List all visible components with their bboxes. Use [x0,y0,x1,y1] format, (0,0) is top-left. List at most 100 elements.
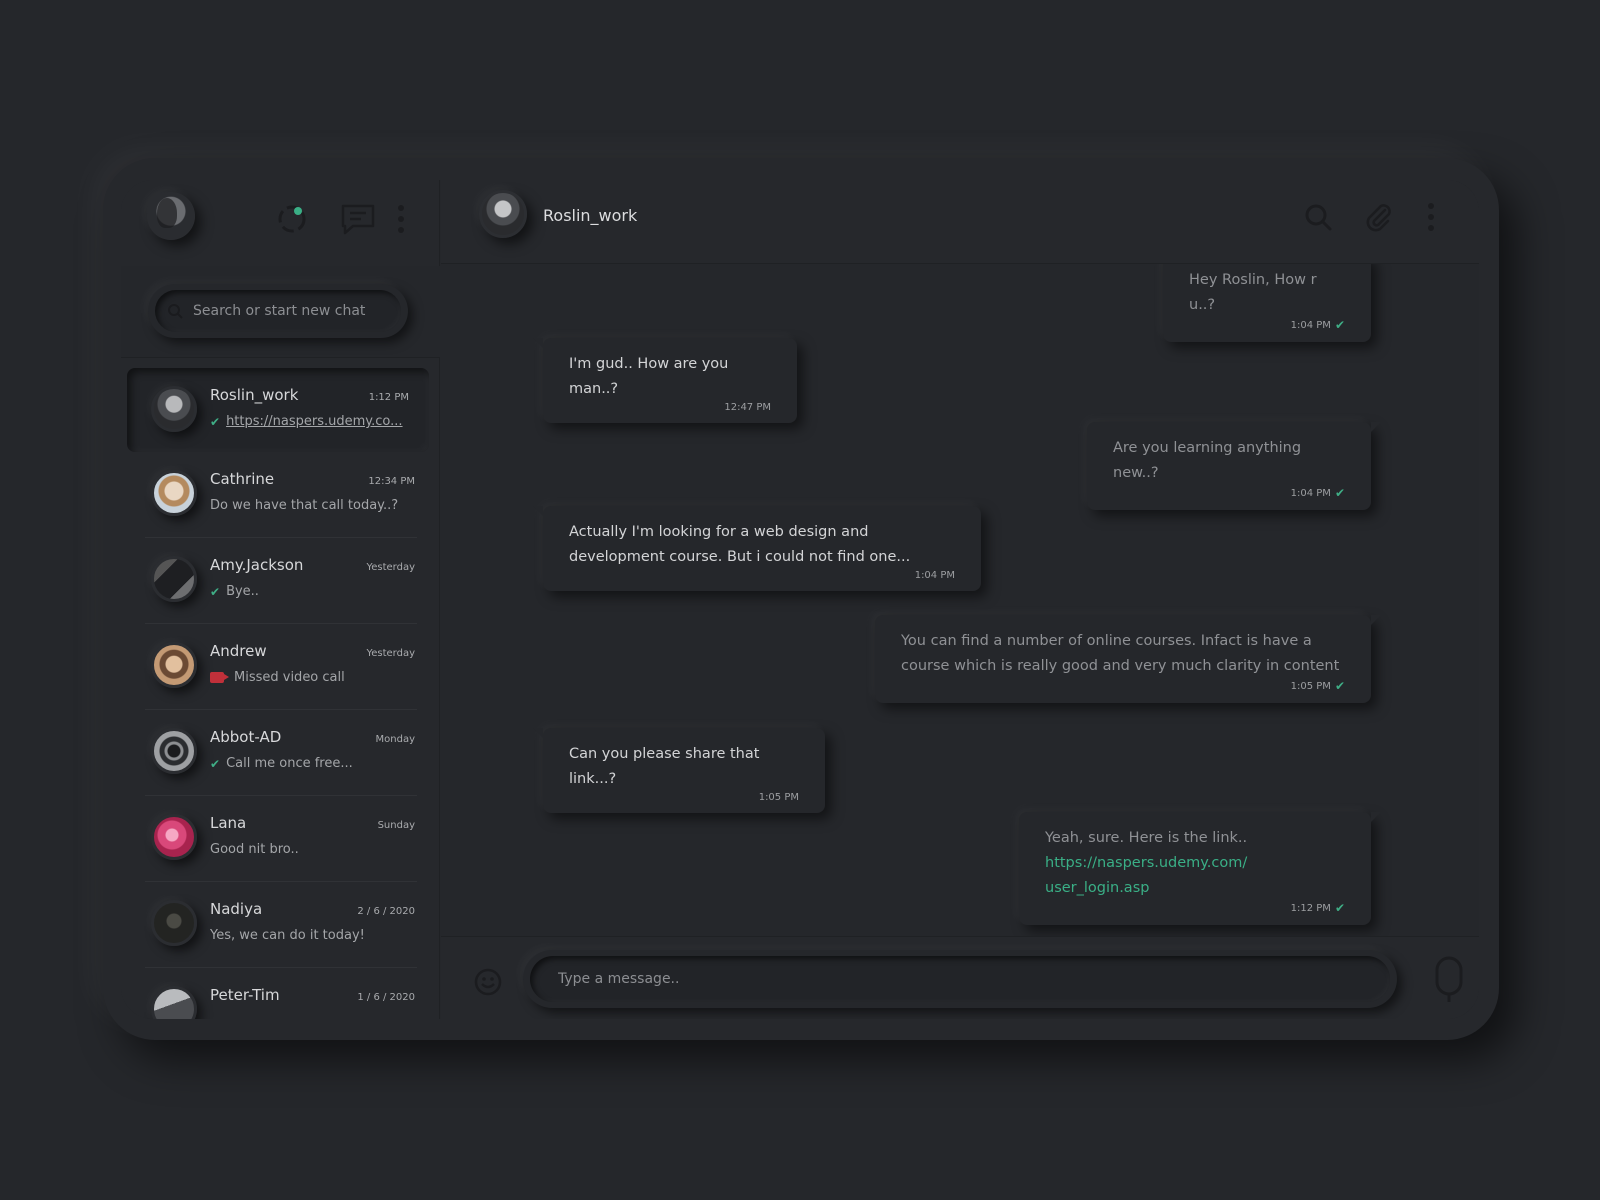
composer [441,936,1479,1019]
chat-last-message: ✔ Call me once free... [210,756,353,771]
message-meta: 1:05 PM ✔ [901,679,1345,693]
message-incoming: Actually I'm looking for a web design an… [533,506,981,591]
chat-time: 1 / 6 / 2020 [357,992,415,1003]
chat-time: 2 / 6 / 2020 [357,906,415,917]
chat-last-text: Do we have that call today..? [210,498,399,513]
chat-item-lana[interactable]: Lana Sunday Good nit bro.. [145,796,417,882]
avatar [151,642,197,688]
message-incoming: I'm gud.. How are you man..? 12:47 PM [533,338,797,423]
read-check-icon: ✔ [210,756,221,771]
read-check-icon: ✔ [1334,679,1345,693]
message-time: 12:47 PM [724,402,771,413]
more-vertical-icon[interactable] [1419,198,1443,236]
search-small-icon [168,304,183,319]
message-outgoing: Hey Roslin, How r u..? 1:04 PM ✔ [1163,264,1371,342]
chat-name: Amy.Jackson [210,556,304,574]
avatar [151,386,197,432]
avatar [151,986,197,1019]
message-text: You can find a number of online courses.… [901,633,1340,674]
message-time: 1:05 PM [1290,680,1331,692]
chat-name: Roslin_work [210,386,299,404]
avatar [151,814,197,860]
chat-item-amy-jackson[interactable]: Amy.Jackson Yesterday ✔ Bye.. [145,538,417,624]
chat-last-message: Do we have that call today..? [210,498,398,513]
message-outgoing: Are you learning anything new..? 1:04 PM… [1087,422,1381,510]
chat-time: Monday [375,734,415,745]
read-check-icon: ✔ [210,584,221,599]
message-time: 1:05 PM [758,792,799,803]
chat-last-link[interactable]: https://naspers.udemy.co... [226,414,402,429]
message-incoming: Can you please share that link...? 1:05 … [533,728,825,813]
chat-name: Lana [210,814,247,832]
message-meta: 1:12 PM ✔ [1045,901,1345,915]
chat-name: Abbot-AD [210,728,282,746]
chat-last-text: Good nit bro.. [210,842,299,857]
status-icon[interactable] [273,200,311,238]
chat-item-nadiya[interactable]: Nadiya 2 / 6 / 2020 Yes, we can do it to… [145,882,417,968]
message-box [523,950,1397,1008]
message-text: Are you learning anything new..? [1113,440,1302,481]
missed-video-call-icon [210,672,229,683]
chat-time: Sunday [377,820,415,831]
chat-item-roslin-work[interactable]: Roslin_work 1:12 PM ✔ https://naspers.ud… [127,368,429,452]
message-time: 1:12 PM [1290,902,1331,914]
search-box [148,284,408,338]
microphone-icon[interactable] [1429,955,1469,1005]
chat-last-text: Yes, we can do it today! [210,928,365,943]
chat-item-abbot-ad[interactable]: Abbot-AD Monday ✔ Call me once free... [145,710,417,796]
chat-last-message: Missed video call [210,670,345,685]
chat-item-andrew[interactable]: Andrew Yesterday Missed video call [145,624,417,710]
message-meta: 12:47 PM [569,402,771,413]
contact-name[interactable]: Roslin_work [543,206,637,225]
chat-last-message: ✔ Bye.. [210,584,259,599]
new-chat-icon[interactable] [339,200,377,238]
chat-name: Nadiya [210,900,263,918]
message-meta: 1:04 PM ✔ [1113,486,1345,500]
search-icon[interactable] [1299,198,1337,236]
message-input[interactable] [556,970,1336,988]
message-meta: 1:05 PM [569,792,799,803]
chat-header: Roslin_work [441,180,1479,264]
message-time: 1:04 PM [1290,319,1331,331]
chat-time: 12:34 PM [368,476,415,487]
emoji-icon[interactable] [469,963,507,1001]
chat-item-peter-tim[interactable]: Peter-Tim 1 / 6 / 2020 [145,968,417,1019]
message-meta: 1:04 PM [569,570,955,581]
menu-icon[interactable] [389,200,413,238]
message-text: Can you please share that link...? [569,746,760,787]
chat-list: Roslin_work 1:12 PM ✔ https://naspers.ud… [121,360,440,1019]
message-text: Yeah, sure. Here is the link.. [1045,830,1248,846]
chat-time: Yesterday [366,648,415,659]
message-text: I'm gud.. How are you man..? [569,356,729,397]
search-area [121,266,440,358]
chat-item-cathrine[interactable]: Cathrine 12:34 PM Do we have that call t… [145,452,417,538]
message-text: Hey Roslin, How r u..? [1189,272,1317,313]
read-check-icon: ✔ [210,414,221,429]
chat-name: Peter-Tim [210,986,280,1004]
message-meta: 1:04 PM ✔ [1189,318,1345,332]
message-outgoing: You can find a number of online courses.… [875,615,1381,703]
message-outgoing: Yeah, sure. Here is the link.. https://n… [1019,812,1381,925]
chat-last-message: ✔ https://naspers.udemy.co... [210,414,403,429]
message-list: Hey Roslin, How r u..? 1:04 PM ✔ I'm gud… [441,264,1479,936]
chat-last-message: Good nit bro.. [210,842,299,857]
avatar [151,556,197,602]
chat-name: Cathrine [210,470,275,488]
read-check-icon: ✔ [1334,901,1345,915]
profile-avatar[interactable] [147,192,195,240]
sidebar-header [121,180,440,265]
chat-last-message: Yes, we can do it today! [210,928,365,943]
message-field [530,956,1390,1002]
message-time: 1:04 PM [914,570,955,581]
search-input[interactable] [191,302,391,320]
paperclip-icon[interactable] [1359,198,1397,236]
avatar [151,900,197,946]
sidebar: Roslin_work 1:12 PM ✔ https://naspers.ud… [121,180,440,1019]
message-text: Actually I'm looking for a web design an… [569,524,911,565]
chat-app: Roslin_work 1:12 PM ✔ https://naspers.ud… [121,180,1479,1019]
contact-avatar[interactable] [479,190,527,238]
avatar [151,728,197,774]
chat-panel: Roslin_work Hey Roslin, How r u..? 1:04 … [441,180,1479,1019]
message-link[interactable]: https://naspers.udemy.com/ user_login.as… [1045,855,1247,896]
chat-time: Yesterday [366,562,415,573]
